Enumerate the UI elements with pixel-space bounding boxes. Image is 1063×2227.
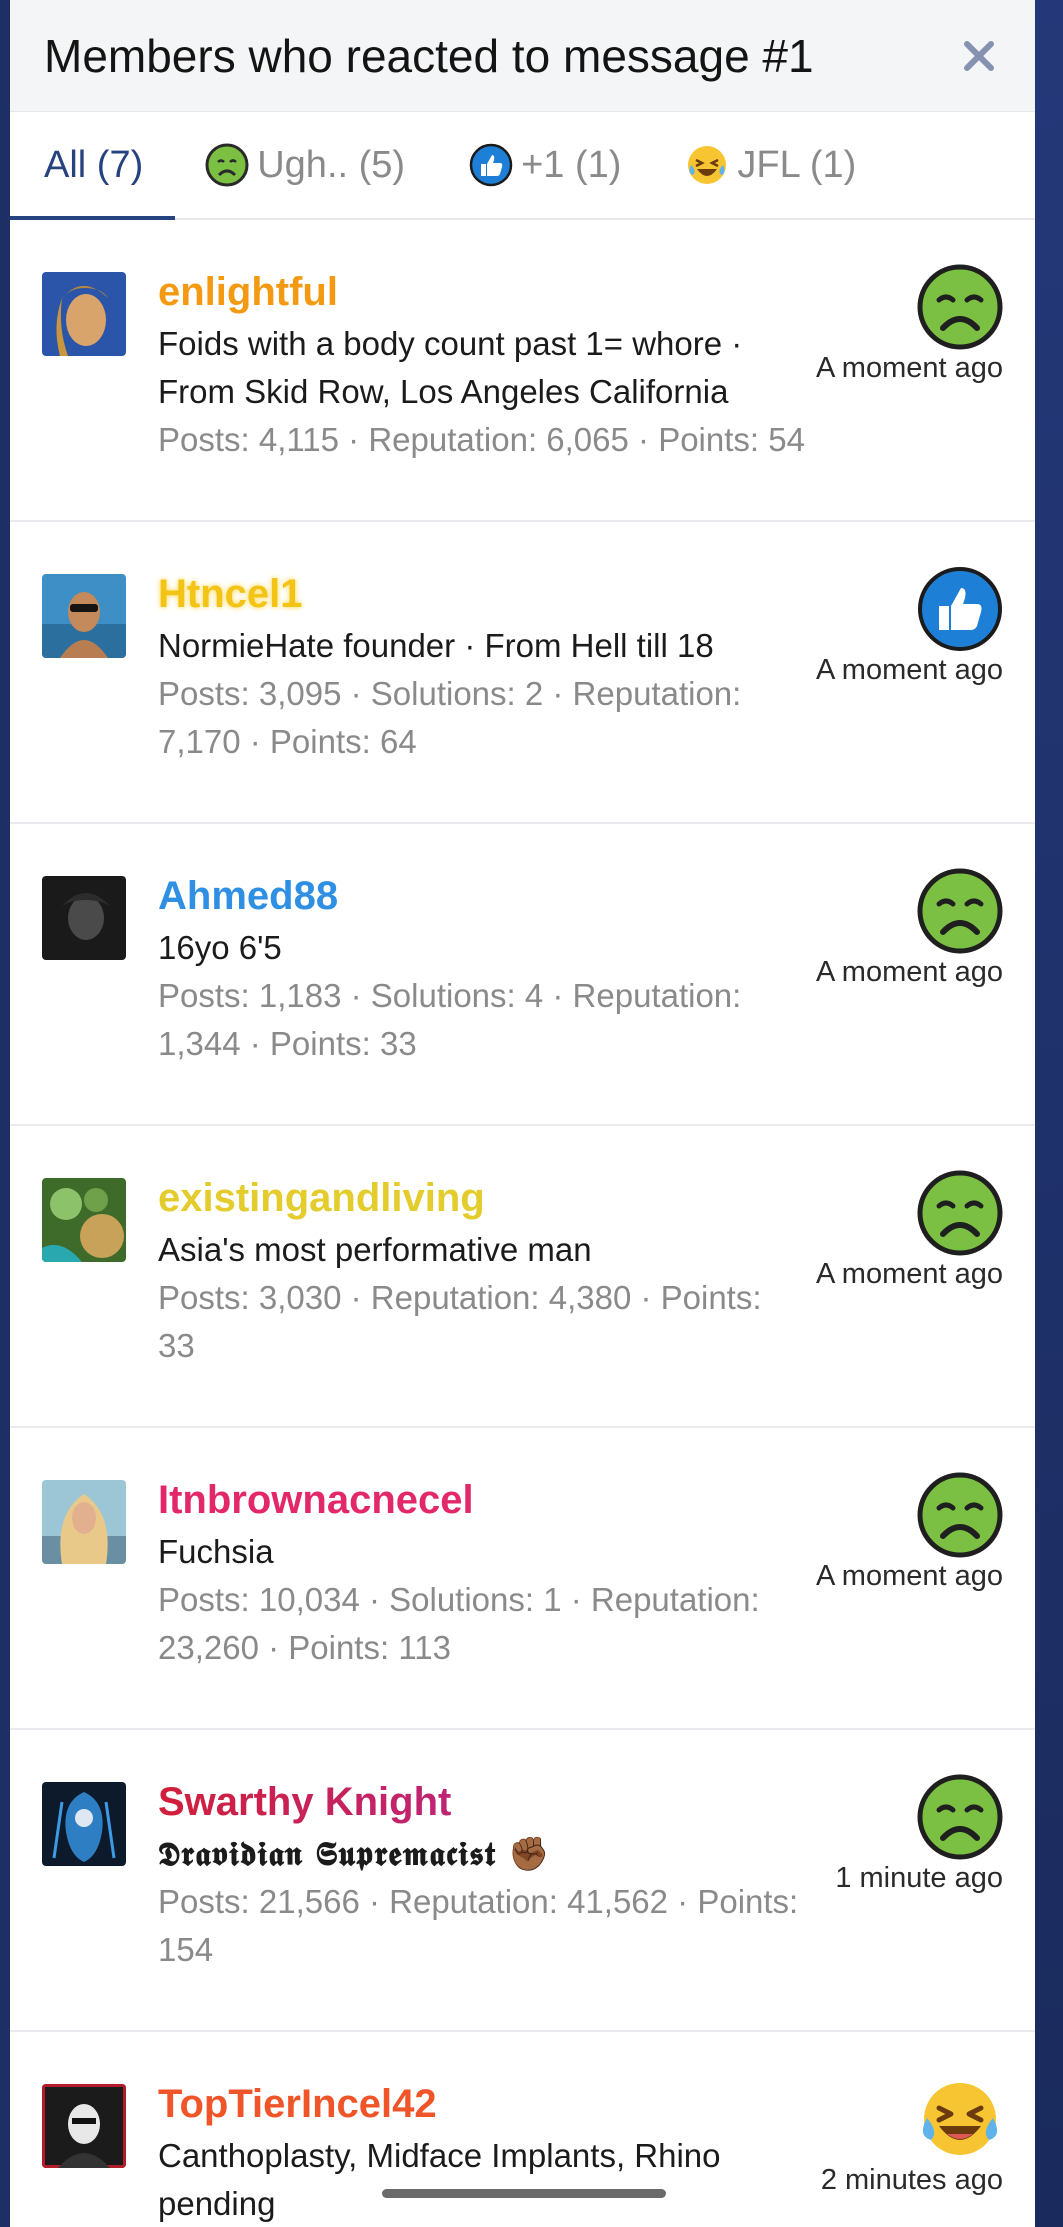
laughing-crying-face-icon (688, 146, 727, 184)
member-stats-continued: 7,170 · Points: 64 (158, 723, 417, 760)
reaction-time: A moment ago (816, 1258, 1003, 1290)
nauseated-face-icon (205, 143, 249, 187)
tab-ugh-label: Ugh.. (5) (257, 143, 406, 186)
member-stats-continued: 154 (158, 1931, 214, 1968)
nauseated-face-icon (917, 264, 1003, 350)
member-info: enlightful Foids with a body count past … (158, 264, 838, 464)
reaction-time: A moment ago (816, 956, 1003, 988)
avatar[interactable] (42, 1782, 126, 1866)
tab-all-label: All (7) (44, 143, 144, 186)
list-item: existingandliving Asia's most performati… (10, 1126, 1035, 1428)
reaction-tabs: All (7) Ugh.. (5) +1 (1) JFL (1) (10, 112, 1035, 220)
member-stats-continued: 1,344 · Points: 33 (158, 1025, 417, 1062)
reaction-time: A moment ago (816, 1560, 1003, 1592)
avatar[interactable] (42, 1178, 126, 1262)
close-button[interactable] (955, 32, 1003, 80)
member-info: Htncel1 NormieHate founder · From Hell t… (158, 566, 838, 766)
member-info: TopTierIncel42 Canthoplasty, Midface Imp… (158, 2076, 838, 2227)
member-title: 16yo 6'5 (158, 929, 282, 966)
tab-plus-one[interactable]: +1 (1) (469, 112, 621, 218)
member-username[interactable]: Itnbrownacnecel (158, 1472, 838, 1528)
list-item: Htncel1 NormieHate founder · From Hell t… (10, 522, 1035, 824)
member-stats: Posts: 4,115 · Reputation: 6,065 · Point… (158, 421, 805, 458)
page-backdrop-right (1035, 0, 1063, 2227)
member-username[interactable]: Htncel1 (158, 566, 838, 622)
reactions-modal: Members who reacted to message #1 All (7… (10, 0, 1035, 2227)
member-stats-continued: 23,260 · Points: 113 (158, 1629, 451, 1666)
member-username[interactable]: TopTierIncel42 (158, 2076, 838, 2132)
reaction-time: 2 minutes ago (820, 2164, 1003, 2196)
avatar[interactable] (42, 876, 126, 960)
member-title: Fuchsia (158, 1533, 274, 1570)
laughing-crying-face-icon (922, 2083, 998, 2155)
member-info: Ahmed88 16yo 6'5 Posts: 1,183 · Solution… (158, 868, 838, 1068)
thumbs-up-icon (469, 143, 513, 187)
list-item: Swarthy Knight 𝕯𝖗𝖆𝖛𝖎𝖉𝖎𝖆𝖓 𝕾𝖚𝖕𝖗𝖊𝖒𝖆𝖈𝖎𝖘𝖙 ✊🏾 … (10, 1730, 1035, 2032)
modal-title: Members who reacted to message #1 (44, 29, 814, 82)
nauseated-face-icon (917, 1774, 1003, 1860)
member-stats: Posts: 1,183 · Solutions: 4 · Reputation… (158, 977, 742, 1014)
tab-jfl[interactable]: JFL (1) (685, 112, 856, 218)
avatar[interactable] (42, 2084, 126, 2168)
member-info: existingandliving Asia's most performati… (158, 1170, 838, 1370)
member-info: Itnbrownacnecel Fuchsia Posts: 10,034 · … (158, 1472, 838, 1672)
tab-jfl-label: JFL (1) (737, 143, 857, 186)
home-indicator[interactable] (382, 2189, 666, 2198)
member-title: Asia's most performative man (158, 1231, 592, 1268)
member-list: enlightful Foids with a body count past … (10, 220, 1035, 2227)
member-username[interactable]: enlightful (158, 264, 838, 320)
member-stats: Posts: 21,566 · Reputation: 41,562 · Poi… (158, 1883, 799, 1920)
list-item: Itnbrownacnecel Fuchsia Posts: 10,034 · … (10, 1428, 1035, 1730)
thumbs-up-icon (918, 567, 1002, 651)
member-info: Swarthy Knight 𝕯𝖗𝖆𝖛𝖎𝖉𝖎𝖆𝖓 𝕾𝖚𝖕𝖗𝖊𝖒𝖆𝖈𝖎𝖘𝖙 ✊🏾 … (158, 1774, 838, 1974)
member-username[interactable]: Ahmed88 (158, 868, 838, 924)
avatar[interactable] (42, 1480, 126, 1564)
nauseated-face-icon (917, 1170, 1003, 1256)
member-title-continued: From Skid Row, Los Angeles California (158, 373, 729, 410)
member-title: Canthoplasty, Midface Implants, Rhino (158, 2137, 721, 2174)
avatar[interactable] (42, 574, 126, 658)
member-title: NormieHate founder · From Hell till 18 (158, 627, 714, 664)
tab-all[interactable]: All (7) (10, 112, 176, 220)
member-stats: Posts: 3,030 · Reputation: 4,380 · Point… (158, 1279, 762, 1316)
member-username[interactable]: existingandliving (158, 1170, 838, 1226)
nauseated-face-icon (917, 1472, 1003, 1558)
list-item: Ahmed88 16yo 6'5 Posts: 1,183 · Solution… (10, 824, 1035, 1126)
tab-ugh[interactable]: Ugh.. (5) (205, 112, 405, 218)
member-title: 𝕯𝖗𝖆𝖛𝖎𝖉𝖎𝖆𝖓 𝕾𝖚𝖕𝖗𝖊𝖒𝖆𝖈𝖎𝖘𝖙 ✊🏾 (158, 1834, 551, 1873)
avatar[interactable] (42, 272, 126, 356)
modal-header: Members who reacted to message #1 (10, 0, 1035, 112)
reaction-time: A moment ago (816, 352, 1003, 384)
tab-plus-one-label: +1 (1) (521, 143, 622, 186)
reaction-time: 1 minute ago (835, 1862, 1003, 1894)
member-stats: Posts: 10,034 · Solutions: 1 · Reputatio… (158, 1581, 760, 1618)
close-icon (964, 40, 994, 71)
member-title-continued: pending (158, 2185, 276, 2222)
reaction-time: A moment ago (816, 654, 1003, 686)
member-title: Foids with a body count past 1= whore · (158, 325, 743, 362)
member-stats: Posts: 3,095 · Solutions: 2 · Reputation… (158, 675, 742, 712)
member-stats-continued: 33 (158, 1327, 195, 1364)
list-item: enlightful Foids with a body count past … (10, 220, 1035, 522)
nauseated-face-icon (917, 868, 1003, 954)
member-username[interactable]: Swarthy Knight (158, 1774, 838, 1830)
